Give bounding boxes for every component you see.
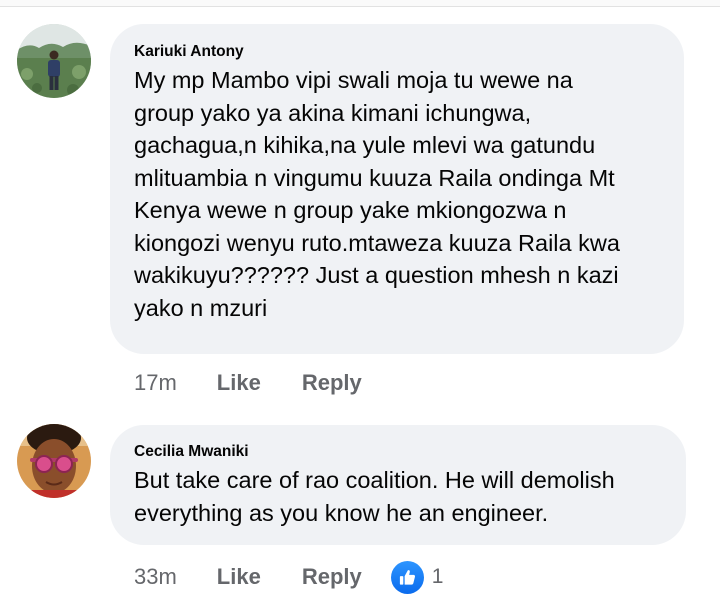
top-divider: [0, 0, 720, 7]
comment-bubble: Kariuki Antony My mp Mambo vipi swali mo…: [110, 24, 684, 354]
comment-actions: 33m Like Reply 1: [134, 560, 443, 594]
comment-author-name[interactable]: Cecilia Mwaniki: [134, 443, 249, 461]
reaction-count: 1: [431, 565, 444, 588]
reply-button[interactable]: Reply: [302, 370, 362, 396]
reaction-summary[interactable]: 1: [390, 560, 444, 594]
comment-text-line: yako n mzuri: [134, 294, 268, 321]
comment-text: But take care of rao coalition. He will …: [134, 464, 615, 529]
comment-bubble: Cecilia Mwaniki But take care of rao coa…: [110, 425, 686, 545]
comment-text-line: kiongozi wenyu ruto.mtaweza kuuza Raila …: [134, 229, 620, 256]
avatar[interactable]: [17, 24, 91, 98]
profile-photo-person-in-field-icon: [17, 24, 91, 98]
comment-text: My mp Mambo vipi swali moja tu wewe na g…: [134, 64, 620, 324]
thumbs-up-icon: [390, 560, 424, 594]
comment-actions: 17m Like Reply: [134, 366, 403, 400]
profile-photo-woman-with-sunglasses-icon: [17, 424, 91, 498]
comment-timestamp[interactable]: 17m: [134, 370, 177, 396]
comment-text-line: gachagua,n kihika,na yule mlevi wa gatun…: [134, 132, 596, 158]
comment-text-line: mlituambia n vingumu kuuza Raila ondinga…: [134, 164, 615, 191]
comment-text-line: wakikuyu?????? Just a question mhesh n k…: [134, 262, 619, 288]
comment-text-line: group yako ya akina kimani ichungwa,: [134, 99, 532, 126]
like-button[interactable]: Like: [217, 564, 261, 590]
comment-text-line: everything as you know he an engineer.: [134, 499, 549, 526]
comment-author-name[interactable]: Kariuki Antony: [134, 43, 244, 61]
comment-timestamp[interactable]: 33m: [134, 564, 177, 590]
like-button[interactable]: Like: [217, 370, 261, 396]
comment-text-line: Kenya wewe n group yake mkiongozwa n: [134, 197, 567, 223]
comment-text-line: But take care of rao coalition. He will …: [134, 467, 615, 493]
reply-button[interactable]: Reply: [302, 564, 362, 590]
comment-text-line: My mp Mambo vipi swali moja tu wewe na: [134, 67, 573, 93]
avatar[interactable]: [17, 424, 91, 498]
